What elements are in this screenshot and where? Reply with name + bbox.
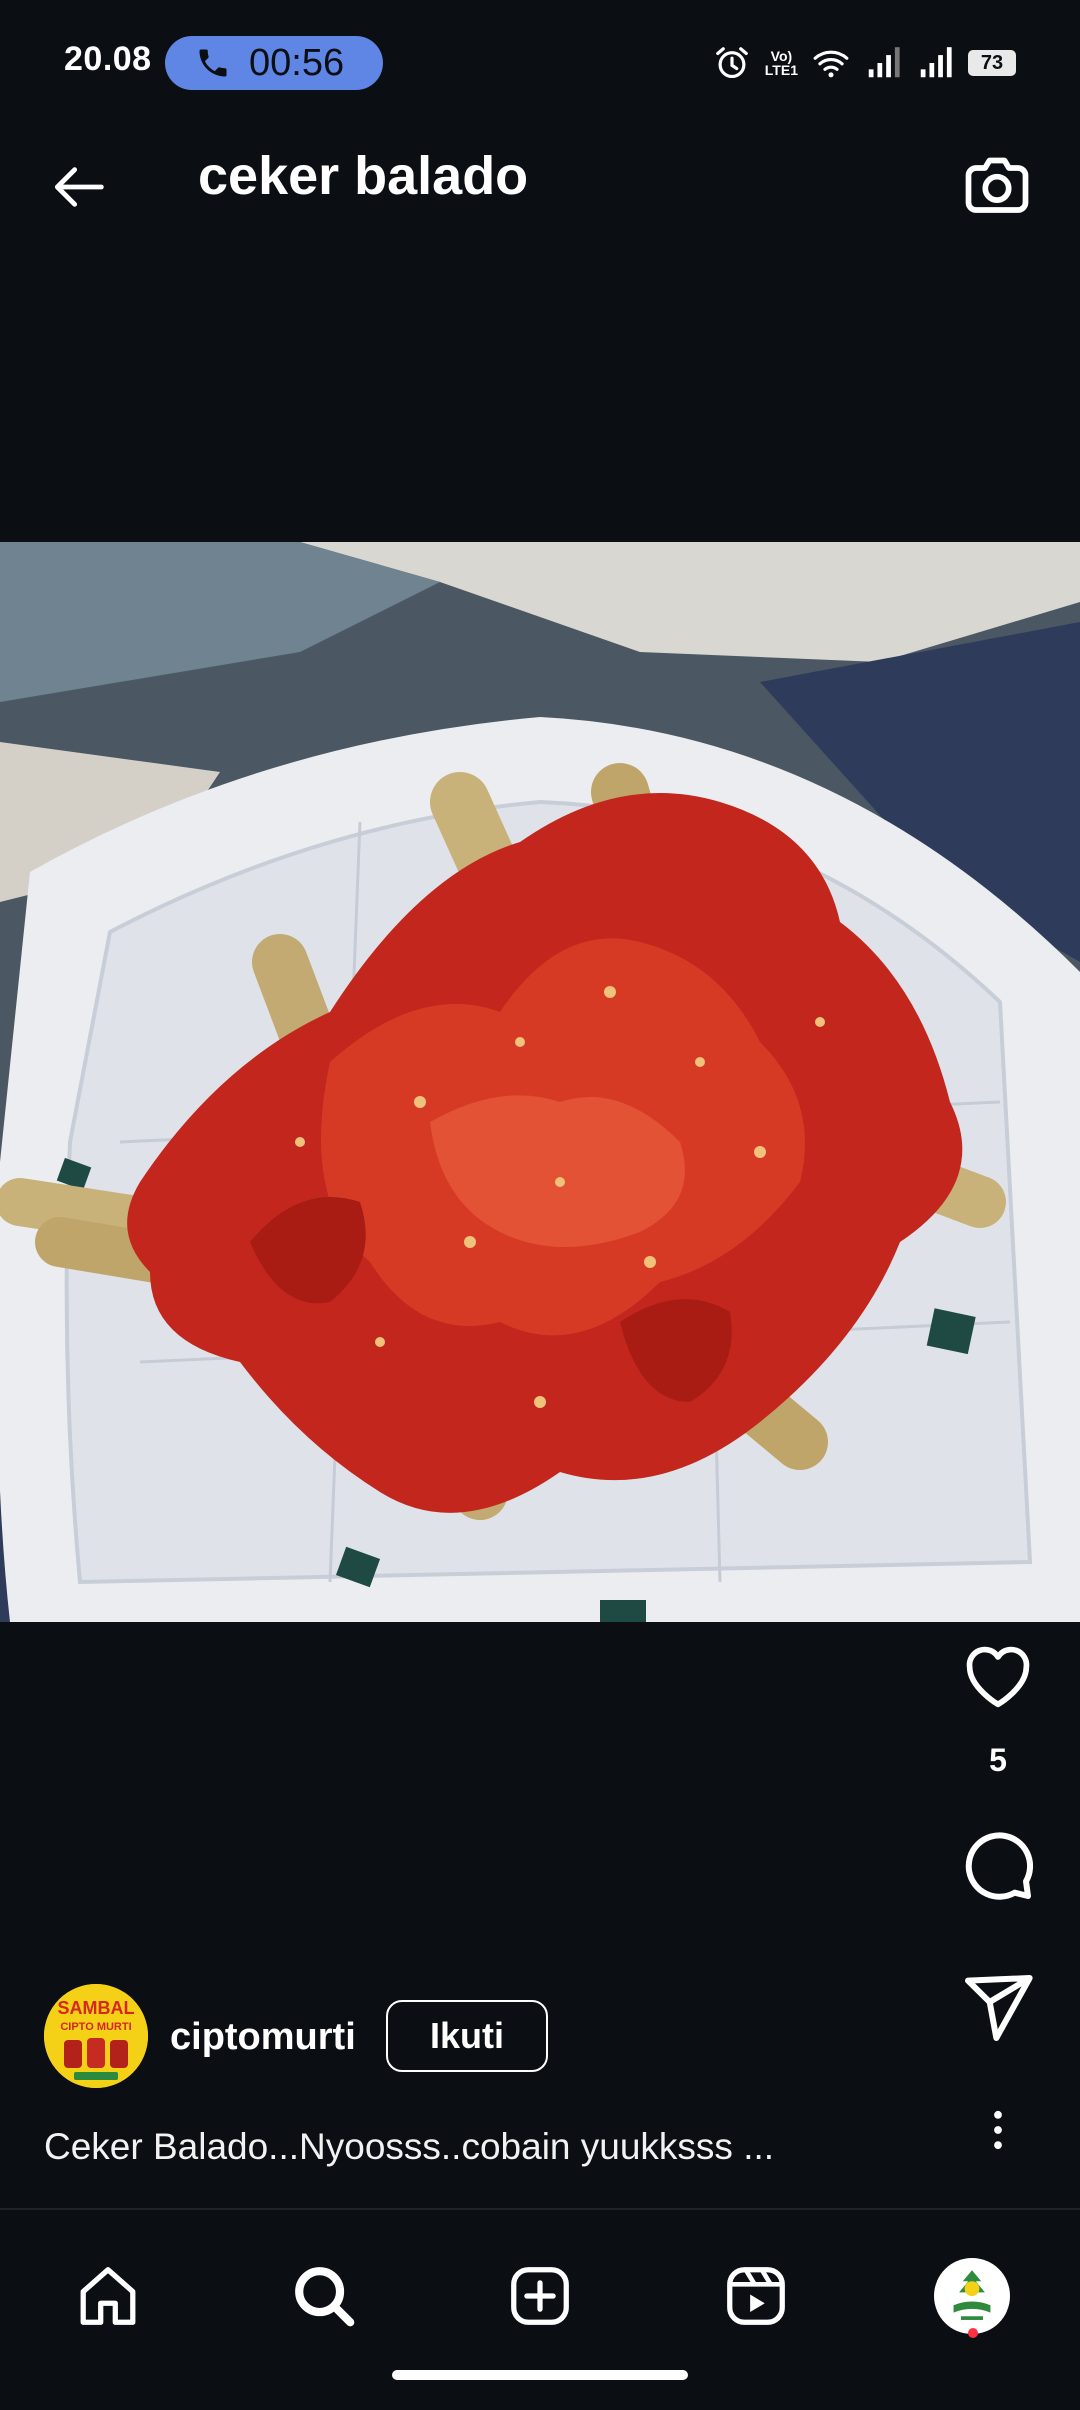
status-icons: Vo) LTE1 73	[713, 44, 1016, 82]
avatar-brand-subtext: CIPTO MURTI	[60, 2021, 131, 2033]
sambal-logo-image: SAMBAL CIPTO MURTI	[44, 1984, 148, 2088]
avatar-brand-text: SAMBAL	[58, 1998, 135, 2018]
phone-icon	[199, 49, 227, 77]
profile-avatar	[934, 2258, 1010, 2334]
more-options-button[interactable]	[968, 2100, 1028, 2160]
volte-label: Vo)	[770, 48, 793, 64]
reels-icon	[727, 2267, 785, 2325]
food-photo	[0, 542, 1080, 1622]
nav-reels[interactable]	[706, 2246, 806, 2346]
plus-square-icon	[511, 2267, 569, 2325]
camera-button[interactable]	[954, 143, 1040, 229]
comment-button[interactable]	[948, 1826, 1048, 1906]
signal-icon-sim1	[868, 47, 900, 78]
home-icon	[80, 2267, 136, 2325]
back-button[interactable]	[40, 147, 120, 227]
volte-indicator: Vo) LTE1	[765, 49, 798, 77]
arrow-left-icon	[54, 167, 104, 207]
signal-icon-sim2	[920, 47, 952, 78]
ongoing-call-pill[interactable]: 00:56	[165, 36, 383, 90]
more-vertical-icon	[994, 2110, 1002, 2150]
call-duration: 00:56	[249, 41, 345, 84]
like-count: 5	[989, 1742, 1007, 1778]
status-time: 20.08	[64, 40, 152, 78]
follow-button[interactable]: Ikuti	[386, 2000, 548, 2072]
comment-icon	[965, 1832, 1033, 1900]
status-bar: 20.08 00:56 Vo) LTE1 73	[0, 0, 1080, 125]
post-image[interactable]	[0, 542, 1080, 1622]
page-title: ceker balado	[198, 146, 529, 206]
send-icon	[965, 1975, 1033, 2041]
heart-icon	[966, 1646, 1030, 1708]
lte-label: LTE1	[764, 62, 798, 78]
wifi-icon	[813, 50, 849, 78]
author-avatar[interactable]: SAMBAL CIPTO MURTI	[44, 1984, 148, 2088]
share-button[interactable]	[948, 1968, 1048, 2048]
alarm-icon	[715, 47, 748, 79]
nav-search[interactable]	[274, 2246, 374, 2346]
search-icon	[295, 2267, 355, 2327]
header: ceker balado	[0, 125, 1080, 245]
nav-create[interactable]	[490, 2246, 590, 2346]
camera-icon	[965, 157, 1029, 213]
battery-indicator: 73	[968, 50, 1016, 76]
profile-logo-image	[937, 2261, 1007, 2331]
post-caption[interactable]: Ceker Balado...Nyoosss..cobain yuukksss …	[44, 2126, 774, 2168]
notification-dot	[968, 2328, 978, 2338]
like-button[interactable]	[948, 1636, 1048, 1716]
nav-home[interactable]	[58, 2246, 158, 2346]
home-indicator[interactable]	[392, 2370, 688, 2380]
author-username[interactable]: ciptomurti	[170, 2016, 356, 2059]
